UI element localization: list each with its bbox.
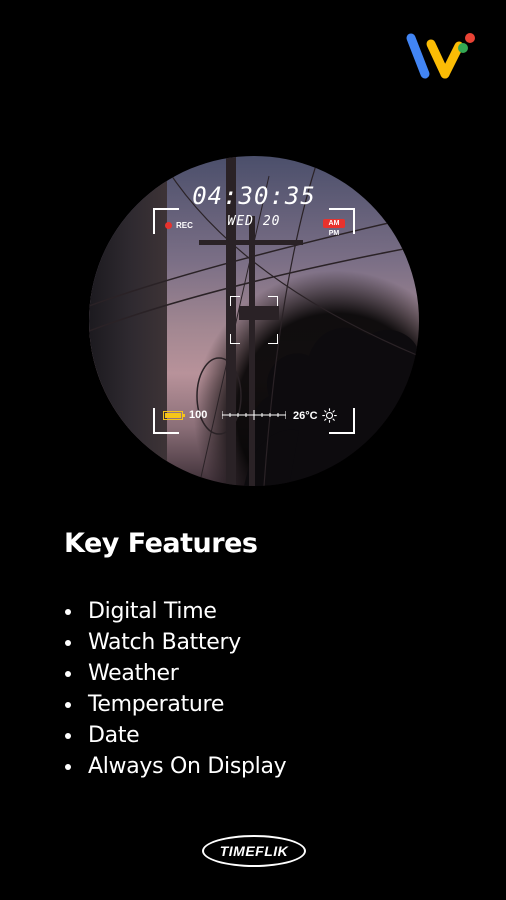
feature-item: Date [64, 720, 286, 751]
bullet-icon [65, 763, 71, 770]
battery-icon [163, 410, 185, 420]
am-pm-indicator: AM PM [323, 219, 345, 237]
battery-value: 100 [189, 409, 208, 421]
date-display: WED 20 [227, 214, 281, 229]
focus-icon [230, 296, 278, 344]
bullet-icon [65, 608, 71, 615]
bullet-icon [65, 639, 71, 646]
feature-label: Watch Battery [88, 630, 242, 655]
temperature-value: 26°C [293, 409, 318, 422]
feature-label: Temperature [88, 692, 225, 717]
digital-time: 04:30:35 [192, 182, 316, 210]
feature-item: Always On Display [64, 751, 287, 782]
features-list: Digital Time Watch Battery Weather Temperat… [64, 596, 287, 782]
pm-label: PM [328, 230, 340, 237]
feature-label: Date [88, 723, 140, 748]
rec-dot-icon [165, 222, 172, 229]
battery-indicator: 100 [163, 409, 207, 421]
temperature-indicator: 26°C [293, 408, 337, 423]
feature-item: Digital Time [64, 596, 286, 627]
watch-face-preview: 04:30:35 WED 20 REC AM PM 100 26°C [89, 156, 419, 486]
rec-indicator: REC [165, 221, 193, 230]
am-badge: AM [323, 219, 345, 228]
features-title: Key Features [64, 528, 258, 559]
feature-item: Weather [64, 658, 286, 689]
bullet-icon [65, 701, 71, 708]
feature-label: Weather [88, 661, 179, 686]
feature-label: Always On Display [88, 754, 287, 779]
bullet-icon [65, 732, 71, 739]
scale-ruler [222, 410, 286, 420]
bullet-icon [65, 670, 71, 677]
rec-label: REC [176, 221, 193, 230]
feature-item: Temperature [64, 689, 286, 720]
feature-label: Digital Time [88, 599, 217, 624]
sun-icon [321, 408, 337, 423]
timeflik-logo: TIMEFLIK [202, 835, 306, 867]
wear-os-logo-icon [406, 33, 475, 79]
feature-item: Watch Battery [64, 627, 286, 658]
brand-name: TIMEFLIK [219, 843, 289, 859]
